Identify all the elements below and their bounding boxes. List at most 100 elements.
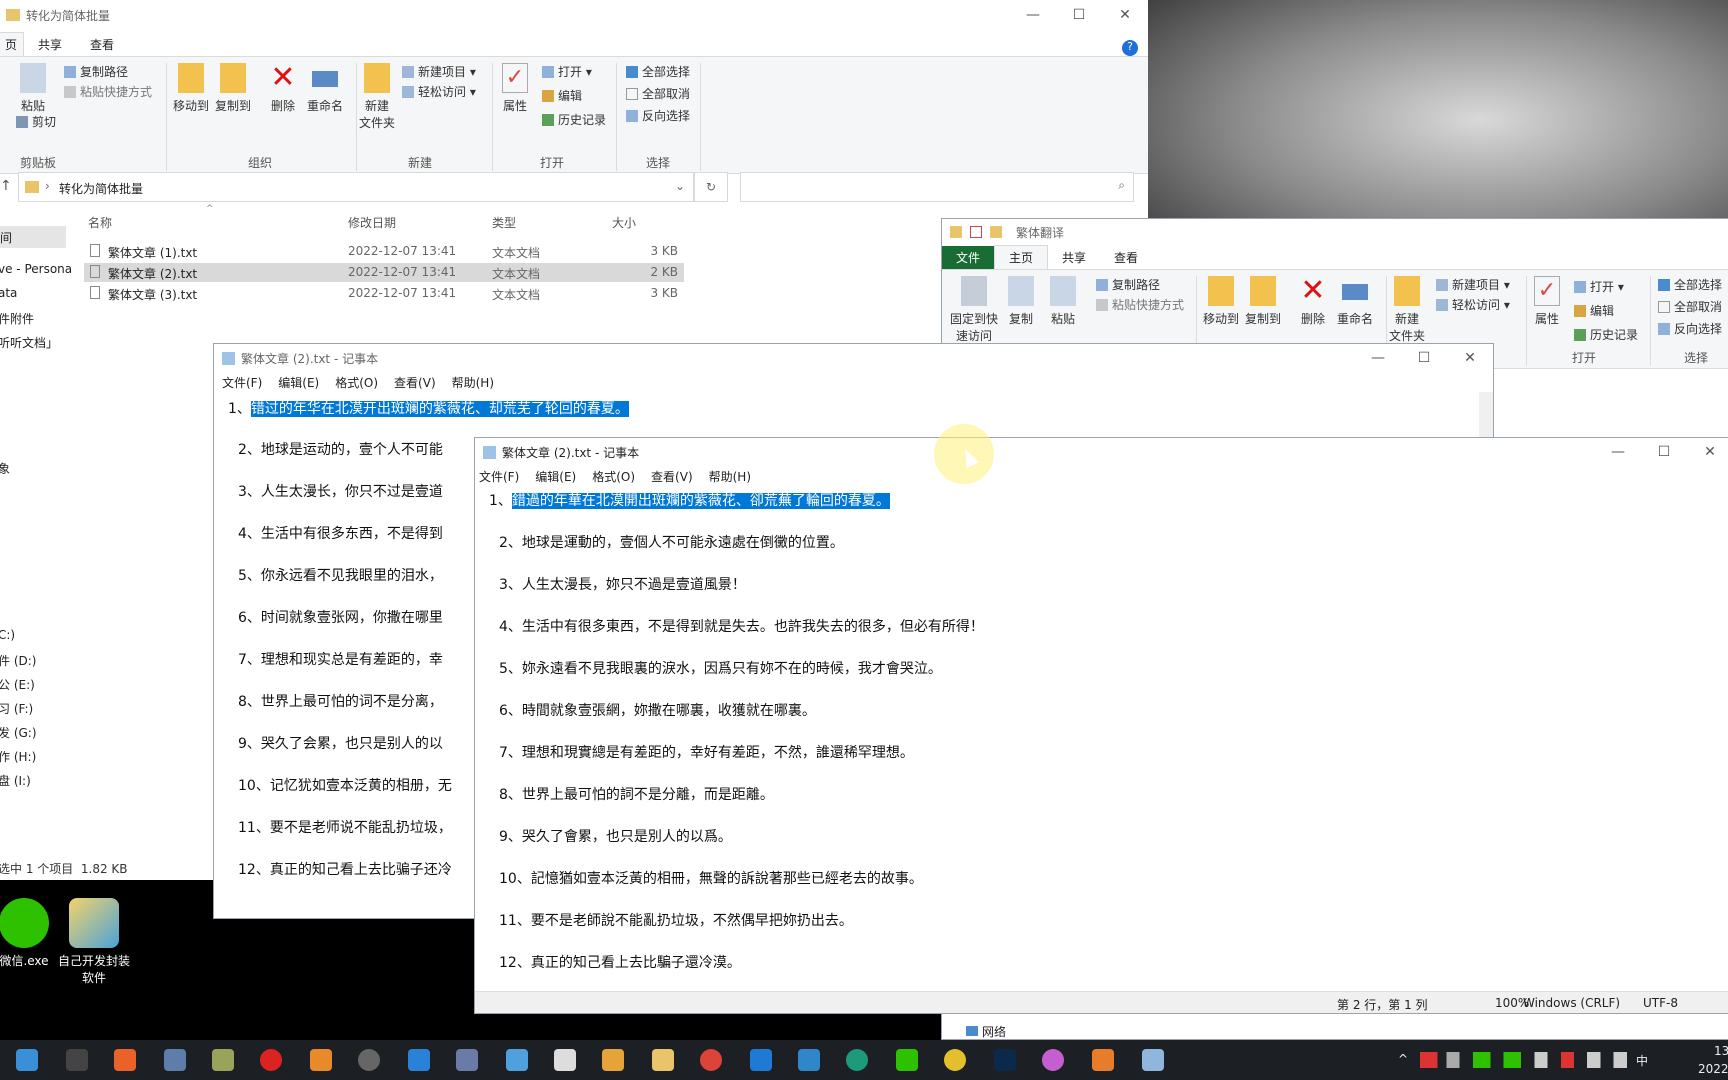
tab-share[interactable]: 共享 [1048, 246, 1100, 269]
nav-item[interactable]: 象 [0, 460, 10, 477]
nav-item[interactable]: 件附件 [0, 310, 34, 327]
delete-button[interactable]: ✕ 删除 [260, 63, 306, 114]
column-type[interactable]: 类型 [492, 214, 516, 231]
open-button[interactable]: 打开 ▾ [1574, 278, 1624, 295]
app-orange-icon[interactable] [114, 1049, 136, 1071]
new-folder-button[interactable]: 新建 文件夹 [354, 63, 400, 131]
menu-format[interactable]: 格式(O) [335, 374, 378, 391]
paste-button[interactable]: 粘贴 [1040, 276, 1086, 327]
file-row[interactable]: 繁体文章 (1).txt 2022-12-07 13:41 文本文档 3 KB [84, 242, 684, 261]
help-icon[interactable]: ? [1122, 40, 1138, 56]
app-arrow-icon[interactable] [212, 1049, 234, 1071]
maximize-button[interactable]: ☐ [1401, 350, 1447, 366]
invert-selection-button[interactable]: 反向选择 [1658, 320, 1722, 337]
app-wave-icon[interactable] [750, 1049, 772, 1071]
search-input[interactable]: ⌕ [740, 172, 1134, 202]
nav-item[interactable]: 件 (D:) [0, 652, 36, 669]
copy-button[interactable]: 复制 [998, 276, 1044, 327]
select-none-button[interactable]: 全部取消 [1658, 298, 1722, 315]
app-heart-icon[interactable] [1092, 1049, 1114, 1071]
edit-button[interactable]: 编辑 [1574, 302, 1614, 319]
menu-help[interactable]: 帮助(H) [452, 374, 494, 391]
menu-file[interactable]: 文件(F) [222, 374, 262, 391]
file-row-selected[interactable]: 繁体文章 (2).txt 2022-12-07 13:41 文本文档 2 KB [84, 263, 684, 282]
history-button[interactable]: 历史记录 [542, 111, 606, 128]
column-size[interactable]: 大小 [612, 214, 636, 231]
app-yellow-icon[interactable] [944, 1049, 966, 1071]
nav-item[interactable]: 公 (E:) [0, 676, 35, 693]
pin-button[interactable]: 固定到快 速访问 [946, 276, 1002, 344]
network-item[interactable]: 网络 [966, 1023, 1006, 1039]
minimize-button[interactable]: — [1595, 444, 1641, 460]
delete-button[interactable]: ✕ 删除 [1290, 276, 1336, 327]
app-k-icon[interactable] [66, 1049, 88, 1071]
app-hash-icon[interactable] [798, 1049, 820, 1071]
close-button[interactable]: ✕ [1447, 350, 1493, 366]
app-printer-icon[interactable] [164, 1049, 186, 1071]
clock-time[interactable]: 13 [1714, 1044, 1728, 1058]
edit-button[interactable]: 编辑 [542, 87, 582, 104]
ime-indicator[interactable]: 中 [1636, 1052, 1648, 1069]
file-row[interactable]: 繁体文章 (3).txt 2022-12-07 13:41 文本文档 3 KB [84, 284, 684, 303]
nav-item[interactable]: 盘 (I:) [0, 772, 31, 789]
start-icon[interactable] [16, 1049, 38, 1071]
app-color-icon[interactable] [1042, 1049, 1064, 1071]
chevron-down-icon[interactable]: ⌄ [675, 179, 685, 193]
easy-access-button[interactable]: 轻松访问 ▾ [402, 83, 476, 100]
photoshop-icon[interactable] [994, 1049, 1016, 1071]
nav-item[interactable]: ve - Persona [0, 262, 72, 276]
easy-access-button[interactable]: 轻松访问 ▾ [1436, 296, 1510, 313]
column-name[interactable]: 名称 [88, 214, 112, 231]
menu-view[interactable]: 查看(V) [394, 374, 436, 391]
cut-button[interactable]: 剪切 [16, 113, 56, 130]
box-icon[interactable] [602, 1049, 624, 1071]
tab-view[interactable]: 查看 [76, 33, 128, 56]
move-to-button[interactable]: 移动到 [168, 63, 214, 114]
rename-button[interactable]: 重命名 [1332, 276, 1378, 327]
desktop-icon-software[interactable]: 自己开发封装 软件 [52, 898, 136, 986]
copy-to-button[interactable]: 复制到 [1240, 276, 1286, 327]
app-circle-icon[interactable] [358, 1049, 380, 1071]
minimize-button[interactable]: — [1355, 350, 1401, 366]
search-app-icon[interactable] [310, 1049, 332, 1071]
tab-home[interactable]: 主页 [994, 245, 1049, 269]
translate-icon[interactable] [408, 1049, 430, 1071]
menu-file[interactable]: 文件(F) [479, 468, 519, 485]
nav-item[interactable]: 习 (F:) [0, 700, 33, 717]
close-button[interactable]: ✕ [1687, 444, 1728, 460]
lock-icon[interactable] [456, 1049, 478, 1071]
tab-share[interactable]: 共享 [24, 33, 76, 56]
select-all-button[interactable]: 全部选择 [1658, 276, 1722, 293]
menu-help[interactable]: 帮助(H) [709, 468, 751, 485]
nav-item[interactable]: ata [0, 286, 17, 300]
maximize-button[interactable]: ☐ [1641, 444, 1687, 460]
tab-home[interactable]: 页 [0, 32, 25, 56]
panda-icon[interactable] [554, 1049, 576, 1071]
minimize-button[interactable]: — [1010, 7, 1056, 23]
nav-item[interactable]: 间 [0, 226, 66, 248]
move-to-button[interactable]: 移动到 [1198, 276, 1244, 327]
record-icon[interactable] [260, 1049, 282, 1071]
address-bar[interactable]: › 转化为简体批量 ⌄ [18, 172, 694, 202]
tab-file[interactable]: 文件 [942, 246, 995, 269]
nav-item[interactable]: 听听文档」 [0, 334, 58, 351]
new-folder-button[interactable]: 新建 文件夹 [1384, 276, 1430, 344]
paste-button[interactable]: 粘贴 [10, 63, 56, 114]
app-blue-icon[interactable] [506, 1049, 528, 1071]
tray-chevron-icon[interactable]: ^ [1398, 1052, 1408, 1066]
column-date[interactable]: 修改日期 [348, 214, 396, 231]
text-area[interactable]: 1、錯過的年華在北漠開出斑斕的紫薇花、卻荒蕪了輪回的春夏。 2、地球是運動的，壹… [475, 486, 1728, 991]
invert-selection-button[interactable]: 反向选择 [626, 107, 690, 124]
maximize-button[interactable]: ☐ [1056, 7, 1102, 23]
up-button[interactable]: ↑ [0, 178, 12, 194]
new-item-button[interactable]: 新建项目 ▾ [402, 63, 476, 80]
app-u-icon[interactable] [846, 1049, 868, 1071]
rename-button[interactable]: 重命名 [302, 63, 348, 114]
properties-button[interactable]: ✓ 属性 [492, 63, 538, 114]
paste-shortcut-button[interactable]: 粘贴快捷方式 [64, 83, 152, 100]
chrome-icon[interactable] [700, 1049, 722, 1071]
menu-view[interactable]: 查看(V) [651, 468, 693, 485]
wechat-icon[interactable] [896, 1049, 918, 1071]
clock-date[interactable]: 2022 [1698, 1062, 1728, 1076]
open-button[interactable]: 打开 ▾ [542, 63, 592, 80]
